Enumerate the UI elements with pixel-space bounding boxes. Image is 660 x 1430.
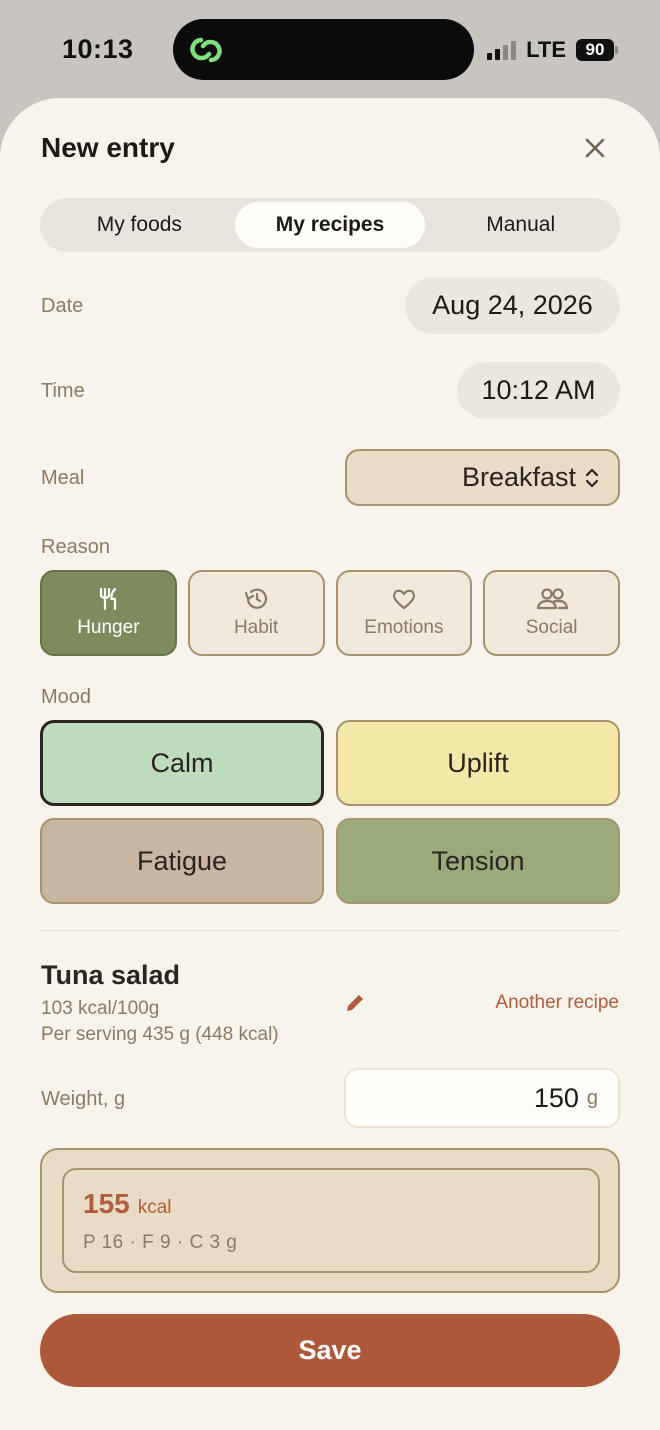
tab-manual[interactable]: Manual: [425, 202, 616, 248]
reason-emotions[interactable]: Emotions: [335, 570, 473, 656]
reason-options: Hunger Habit Emotions Social: [40, 570, 620, 656]
reason-label-hunger: Hunger: [77, 617, 140, 638]
close-icon: [585, 138, 605, 158]
kcal-unit: kcal: [137, 1197, 172, 1218]
status-bar: 10:13 LTE 90: [0, 0, 660, 100]
battery-icon: 90: [576, 39, 618, 61]
reason-social[interactable]: Social: [483, 570, 620, 656]
battery-level: 90: [576, 39, 614, 61]
source-tabs: My foods My recipes Manual: [40, 198, 620, 252]
recipe-density: 103 kcal/100g: [41, 998, 160, 1019]
sheet-title: New entry: [41, 132, 175, 163]
kcal-value: 155: [83, 1188, 130, 1219]
date-picker[interactable]: Aug 24, 2026: [405, 277, 620, 334]
heart-icon: [392, 589, 415, 610]
people-icon: [536, 588, 568, 610]
mood-label: Mood: [41, 686, 92, 708]
weight-label: Weight, g: [41, 1088, 126, 1110]
weight-input[interactable]: 150 g: [344, 1068, 620, 1128]
weight-unit: g: [586, 1086, 598, 1109]
link-icon: [190, 37, 222, 63]
kcal-row: 155 kcal: [83, 1188, 172, 1220]
reason-label-emotions: Emotions: [364, 617, 444, 638]
meal-label: Meal: [41, 467, 85, 489]
time-picker[interactable]: 10:12 AM: [457, 362, 620, 419]
meal-value: Breakfast: [461, 462, 576, 492]
close-button[interactable]: [578, 131, 612, 165]
reason-hunger[interactable]: Hunger: [40, 570, 177, 656]
pencil-icon[interactable]: [344, 992, 366, 1014]
history-icon: [245, 588, 268, 609]
time-label: Time: [41, 380, 85, 402]
another-recipe-link[interactable]: Another recipe: [495, 992, 619, 1014]
mood-options: Calm Uplift Fatigue Tension: [40, 720, 620, 904]
dynamic-island: [173, 19, 474, 80]
tab-my-foods[interactable]: My foods: [44, 202, 235, 248]
new-entry-sheet: New entry My foods My recipes Manual Dat…: [0, 98, 660, 1430]
signal-icon: [487, 40, 517, 60]
weight-value: 150: [533, 1082, 579, 1113]
divider: [40, 930, 620, 931]
status-time: 10:13: [62, 34, 134, 64]
nutrition-summary-inner: 155 kcal P 16 · F 9 · C 3 g: [62, 1168, 600, 1273]
reason-habit[interactable]: Habit: [187, 570, 325, 656]
meal-select[interactable]: Breakfast: [345, 449, 620, 506]
mood-fatigue[interactable]: Fatigue: [40, 818, 324, 904]
date-label: Date: [41, 295, 84, 317]
network-type: LTE: [526, 37, 566, 62]
mood-uplift[interactable]: Uplift: [336, 720, 620, 806]
fork-knife-icon: [100, 587, 117, 611]
reason-label: Reason: [41, 536, 110, 558]
recipe-serving: Per serving 435 g (448 kcal): [41, 1024, 279, 1045]
chevron-up-down-icon: [585, 468, 599, 487]
tab-my-recipes[interactable]: My recipes: [234, 202, 426, 248]
nutrition-summary: 155 kcal P 16 · F 9 · C 3 g: [40, 1148, 620, 1293]
reason-label-habit: Habit: [233, 617, 279, 638]
save-button[interactable]: Save: [40, 1314, 620, 1387]
status-indicators: LTE 90: [487, 37, 618, 63]
macros: P 16 · F 9 · C 3 g: [83, 1232, 238, 1253]
mood-calm[interactable]: Calm: [40, 720, 324, 806]
reason-label-social: Social: [525, 617, 578, 638]
recipe-name: Tuna salad: [41, 960, 181, 990]
mood-tension[interactable]: Tension: [336, 818, 620, 904]
